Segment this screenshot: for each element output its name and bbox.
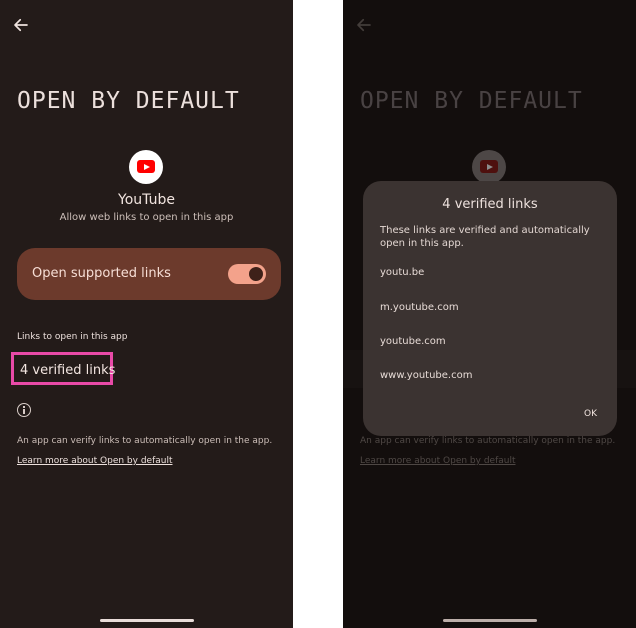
dialog-title: 4 verified links [442, 197, 538, 212]
open-supported-links-card[interactable]: Open supported links [17, 248, 281, 300]
info-text: An app can verify links to automatically… [17, 436, 273, 446]
youtube-icon [129, 150, 163, 184]
verified-links-item[interactable]: 4 verified links [20, 363, 115, 378]
settings-screen-right: OPEN BY DEFAULT An app can verify links … [343, 0, 636, 628]
page-title: OPEN BY DEFAULT [17, 88, 240, 114]
dialog-body: These links are verified and automatical… [380, 225, 590, 249]
open-supported-links-label: Open supported links [32, 266, 171, 281]
back-arrow-icon[interactable] [12, 16, 30, 34]
gesture-bar [100, 619, 194, 622]
gesture-bar [443, 619, 537, 622]
section-label: Links to open in this app [17, 332, 128, 342]
settings-screen-left: OPEN BY DEFAULT YouTube Allow web links … [0, 0, 293, 628]
info-icon [17, 403, 31, 417]
dialog-link-item: youtube.com [380, 336, 446, 347]
ok-button[interactable]: OK [584, 409, 597, 419]
app-name: YouTube [118, 192, 175, 208]
open-supported-links-toggle[interactable] [228, 264, 266, 284]
learn-more-link[interactable]: Learn more about Open by default [17, 456, 172, 466]
dialog-link-item: m.youtube.com [380, 302, 459, 313]
dialog-link-item: youtu.be [380, 267, 425, 278]
dialog-link-item: www.youtube.com [380, 370, 473, 381]
verified-links-highlight: 4 verified links [11, 352, 115, 385]
app-description: Allow web links to open in this app [59, 212, 234, 223]
verified-links-dialog: 4 verified links These links are verifie… [363, 181, 617, 436]
